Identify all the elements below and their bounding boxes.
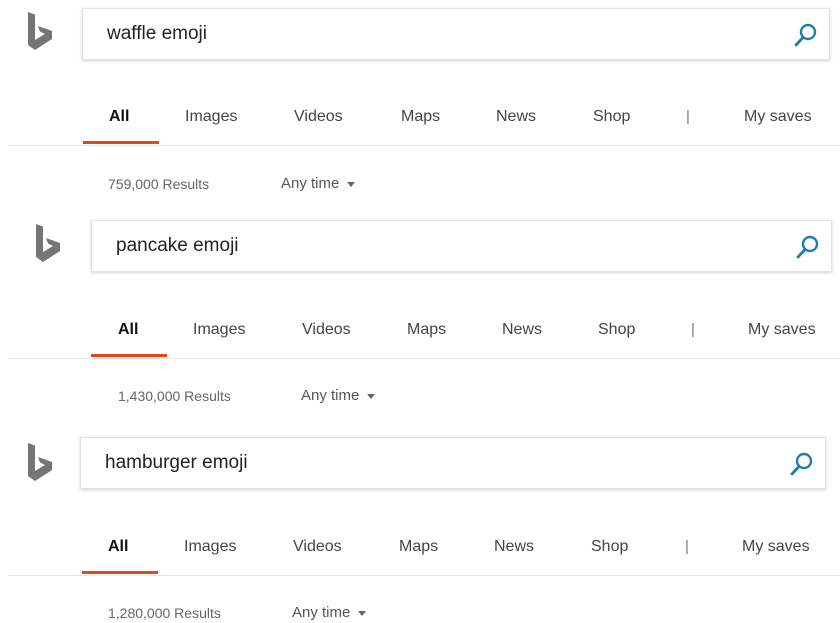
tab-bar-divider	[8, 575, 840, 576]
search-panel-hamburger: All Images Videos Maps News Shop | My sa…	[0, 425, 840, 623]
time-filter-label: Any time	[292, 604, 351, 621]
results-count: 759,000 Results	[108, 176, 210, 192]
tab-maps[interactable]: Maps	[401, 108, 440, 126]
tab-bar-divider	[8, 145, 840, 146]
tab-shop[interactable]: Shop	[591, 538, 628, 556]
tab-all[interactable]: All	[108, 538, 128, 556]
search-box	[80, 437, 826, 489]
search-box	[91, 220, 832, 272]
tab-videos[interactable]: Videos	[293, 538, 342, 556]
tab-shop[interactable]: Shop	[593, 108, 630, 126]
caret-down-icon	[367, 393, 376, 399]
results-count: 1,280,000 Results	[108, 605, 221, 621]
search-panel-waffle: All Images Videos Maps News Shop | My sa…	[0, 0, 840, 210]
tab-my-saves[interactable]: My saves	[744, 108, 812, 126]
time-filter-dropdown[interactable]: Any time	[292, 604, 367, 621]
tab-maps[interactable]: Maps	[399, 538, 438, 556]
tab-shop[interactable]: Shop	[598, 321, 635, 339]
time-filter-label: Any time	[281, 175, 340, 192]
results-count: 1,430,000 Results	[118, 388, 231, 404]
tab-news[interactable]: News	[494, 538, 534, 556]
tab-images[interactable]: Images	[184, 538, 236, 556]
time-filter-label: Any time	[301, 387, 360, 404]
search-box	[82, 8, 830, 60]
tab-my-saves[interactable]: My saves	[742, 538, 810, 556]
caret-down-icon	[358, 610, 367, 616]
tab-images[interactable]: Images	[193, 321, 245, 339]
tab-my-saves[interactable]: My saves	[748, 321, 816, 339]
tab-news[interactable]: News	[496, 108, 536, 126]
search-input[interactable]	[107, 9, 707, 59]
tab-bar-divider	[8, 358, 840, 359]
search-icon[interactable]	[795, 234, 821, 260]
active-tab-indicator	[91, 354, 167, 357]
tab-videos[interactable]: Videos	[302, 321, 351, 339]
search-icon[interactable]	[789, 451, 815, 477]
active-tab-indicator	[82, 571, 158, 574]
tab-all[interactable]: All	[109, 108, 129, 126]
search-input[interactable]	[116, 221, 716, 271]
tab-separator: |	[685, 538, 689, 555]
bing-logo-icon[interactable]	[26, 12, 54, 56]
bing-logo-icon[interactable]	[26, 443, 54, 487]
active-tab-indicator	[83, 141, 159, 144]
time-filter-dropdown[interactable]: Any time	[301, 387, 376, 404]
tab-images[interactable]: Images	[185, 108, 237, 126]
bing-logo-icon[interactable]	[34, 224, 62, 268]
tab-separator: |	[686, 108, 690, 125]
tab-news[interactable]: News	[502, 321, 542, 339]
tab-all[interactable]: All	[118, 321, 138, 339]
search-panel-pancake: All Images Videos Maps News Shop | My sa…	[0, 210, 840, 422]
search-input[interactable]	[105, 438, 705, 488]
caret-down-icon	[347, 181, 356, 187]
search-icon[interactable]	[793, 22, 819, 48]
tab-videos[interactable]: Videos	[294, 108, 343, 126]
time-filter-dropdown[interactable]: Any time	[281, 175, 356, 192]
tab-separator: |	[691, 321, 695, 338]
tab-maps[interactable]: Maps	[407, 321, 446, 339]
